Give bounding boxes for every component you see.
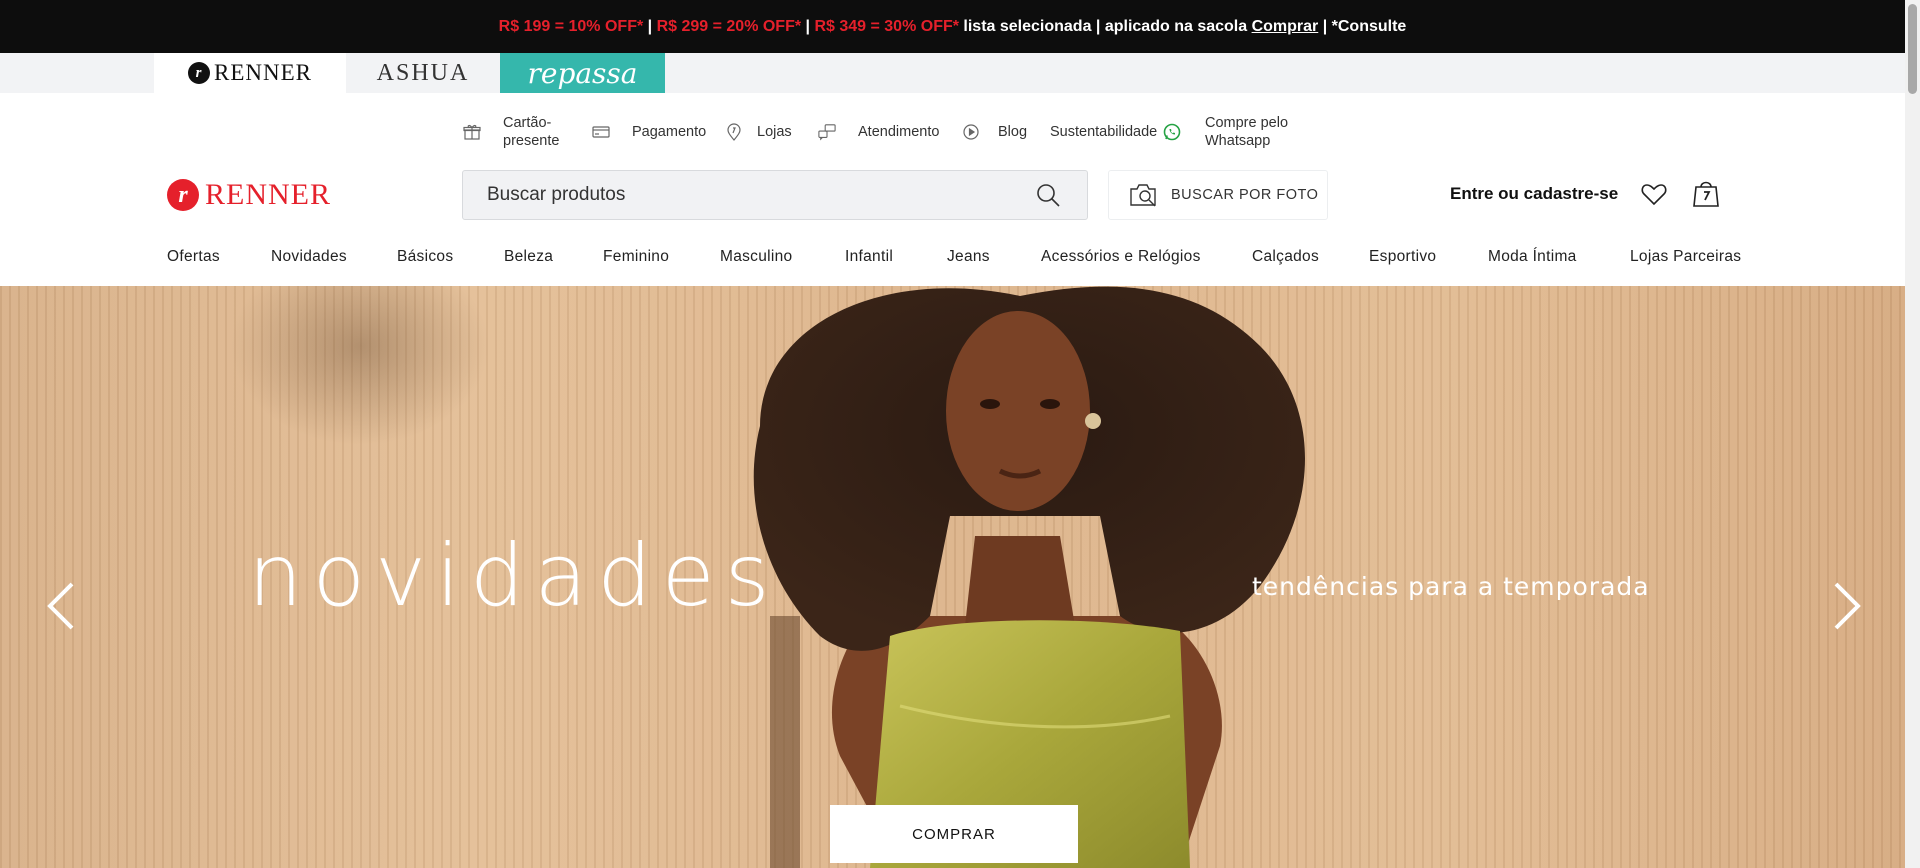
chat-bubbles-icon [818,123,836,141]
promo-offer-349: R$ 349 = 30% OFF* [814,17,959,35]
nav-novidades[interactable]: Novidades [271,248,347,266]
util-gift-card[interactable]: Cartão- presente [463,112,559,152]
promo-offer-199: R$ 199 = 10% OFF* [498,17,644,35]
card-icon [592,123,610,141]
header: r RENNER BUSCAR POR FOTO Entre ou cadast… [0,168,1905,220]
util-support[interactable]: Atendimento [818,112,939,152]
tab-repassa[interactable]: repassa [500,53,665,93]
whatsapp-icon [1163,123,1181,141]
util-sustainability-label: Sustentabilidade [1050,124,1158,140]
tab-ashua-label: ASHUA [376,59,470,86]
nav-jeans[interactable]: Jeans [947,248,990,266]
login-link[interactable]: Entre ou cadastre-se [1450,184,1618,204]
camera-search-icon [1129,181,1161,209]
nav-basicos[interactable]: Básicos [397,248,453,266]
utility-bar: Cartão- presente Pagamento Lojas Atendim… [0,112,1905,152]
brand-tabs: r RENNER ASHUA repassa [0,53,1905,93]
nav-lojas-parceiras[interactable]: Lojas Parceiras [1630,248,1741,266]
search-input[interactable] [487,184,1033,206]
hero-title: novidades [248,526,780,626]
nav-calcados[interactable]: Calçados [1252,248,1319,266]
promo-separator: | [643,17,657,35]
promo-bar: R$ 199 = 10% OFF* | R$ 299 = 20% OFF* | … [0,0,1905,53]
nav-masculino[interactable]: Masculino [720,248,792,266]
util-gift-card-label: Cartão- presente [503,115,560,149]
nav-ofertas[interactable]: Ofertas [167,248,220,266]
chevron-left-icon[interactable] [42,576,82,636]
util-blog[interactable]: Blog [962,112,1027,152]
search-icon[interactable] [1033,180,1063,210]
util-support-label: Atendimento [858,124,940,140]
hero-banner: novidades tendências para a temporada CO… [0,286,1905,868]
hero-subtitle: tendências para a temporada [1252,572,1650,601]
nav-moda-intima[interactable]: Moda Íntima [1488,248,1577,266]
play-circle-icon [962,123,980,141]
photo-search-button[interactable]: BUSCAR POR FOTO [1108,170,1328,220]
promo-offer-299: R$ 299 = 20% OFF* [656,17,802,35]
tab-renner[interactable]: r RENNER [154,53,346,93]
tab-renner-label: RENNER [214,60,312,85]
util-whatsapp[interactable]: Compre pelo Whatsapp [1163,112,1288,152]
util-stores-label: Lojas [757,124,792,140]
search-box [462,170,1088,220]
tab-ashua[interactable]: ASHUA [346,53,500,93]
util-sustainability[interactable]: Sustentabilidade [1050,112,1157,152]
promo-suffix: | *Consulte [1318,17,1407,35]
util-stores[interactable]: Lojas [725,112,792,152]
nav-infantil[interactable]: Infantil [845,248,893,266]
util-whatsapp-label: Compre pelo Whatsapp [1205,115,1289,149]
scrollbar-thumb[interactable] [1908,4,1917,94]
promo-separator: | [801,17,815,35]
photo-search-label: BUSCAR POR FOTO [1171,187,1319,203]
renner-logo-text: RENNER [205,178,331,211]
page-scrollbar[interactable] [1905,0,1920,868]
util-blog-label: Blog [998,124,1028,140]
util-payment[interactable]: Pagamento [592,112,706,152]
renner-logo-mark: r [167,179,199,211]
shopping-bag-icon[interactable] [1692,178,1720,208]
chevron-right-icon[interactable] [1826,576,1866,636]
util-payment-label: Pagamento [632,124,707,140]
promo-text: lista selecionada | aplicado na sacola [958,17,1252,35]
nav-beleza[interactable]: Beleza [504,248,553,266]
heart-icon[interactable] [1640,180,1668,208]
main-nav: Ofertas Novidades Básicos Beleza Feminin… [0,238,1905,278]
gift-icon [463,123,481,141]
renner-logo[interactable]: r RENNER [167,178,331,212]
renner-mark-icon: r [188,62,210,84]
nav-esportivo[interactable]: Esportivo [1369,248,1436,266]
location-pin-icon [725,123,743,141]
nav-acessorios[interactable]: Acessórios e Relógios [1041,248,1201,266]
tab-repassa-label: repassa [527,56,638,90]
hero-buy-button[interactable]: COMPRAR [830,805,1078,863]
promo-buy-link[interactable]: Comprar [1252,18,1319,36]
nav-feminino[interactable]: Feminino [603,248,669,266]
